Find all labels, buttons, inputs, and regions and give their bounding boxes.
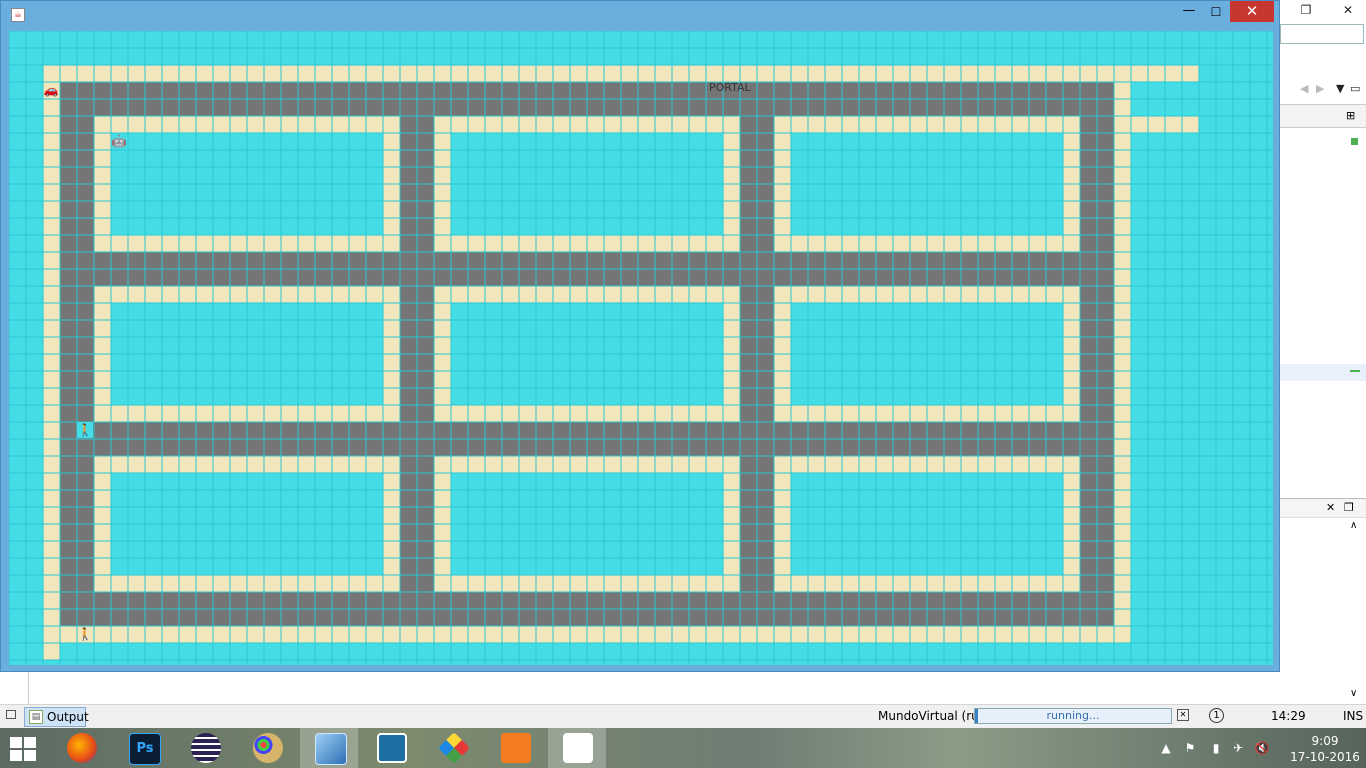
virtualbox-icon <box>315 733 347 765</box>
tile-grid <box>9 31 1273 665</box>
restore-window-icon[interactable] <box>6 710 16 719</box>
windows-logo-pane <box>24 750 36 761</box>
windows-taskbar: Ps ▲ ⚑ ▮ ✈ 🔇 9:09 17-10-2016 <box>0 728 1366 768</box>
network-flag-icon[interactable]: ⚑ <box>1182 740 1198 756</box>
person-sprite: 🚶 <box>77 422 93 438</box>
paint-icon <box>253 733 283 763</box>
dropdown-icon[interactable]: ▼ <box>1336 82 1344 95</box>
eclipse-icon <box>191 733 221 763</box>
notification-icon[interactable]: 1 <box>1209 708 1224 723</box>
xampp-icon <box>501 733 531 763</box>
sidewalk-portal <box>1114 116 1199 133</box>
ide-close-icon[interactable]: ✕ <box>1338 2 1358 18</box>
clock-time[interactable]: 9:09 <box>1295 734 1355 748</box>
app-titlebar[interactable]: ☕ — ☐ ✕ <box>1 1 1279 29</box>
clock-date[interactable]: 17-10-2016 <box>1290 750 1360 764</box>
close-button[interactable]: ✕ <box>1230 1 1274 22</box>
taskbar-virtualbox[interactable] <box>300 728 358 768</box>
expand-panel-icon[interactable]: ⊞ <box>1346 109 1355 122</box>
caret-position: 14:29 <box>1271 709 1306 723</box>
output-icon: ▤ <box>29 710 43 724</box>
game-board[interactable]: PORTAL 🚗 🤖 🚶 🚶 <box>9 31 1273 665</box>
change-marker <box>1350 370 1360 372</box>
output-scrollbar[interactable]: ∧ ∨ <box>1346 520 1364 704</box>
scroll-marker <box>1351 138 1358 145</box>
scroll-down-icon[interactable]: ∨ <box>1350 688 1357 699</box>
taskbar-xampp[interactable] <box>486 728 544 768</box>
ide-status-bar: ▤ Output MundoVirtual (run) running... ✕… <box>0 704 1366 728</box>
output-close-icon[interactable]: ✕ <box>1326 501 1335 514</box>
taskbar-paint[interactable] <box>238 728 296 768</box>
ide-titlebar: ❐ ✕ <box>1280 0 1366 22</box>
run-progress-bar: running... <box>974 708 1172 724</box>
progress-text: running... <box>1046 709 1100 722</box>
nav-forward-icon[interactable]: ▶ <box>1316 82 1324 95</box>
start-button[interactable] <box>6 734 40 762</box>
robot-sprite: 🤖 <box>111 134 127 148</box>
pedestrian-sprite: 🚶 <box>77 627 93 641</box>
stop-icon[interactable]: ✕ <box>1177 709 1189 721</box>
nav-back-icon[interactable]: ◀ <box>1300 82 1308 95</box>
taskbar-firefox[interactable] <box>52 728 110 768</box>
ide-restore-icon[interactable]: ❐ <box>1296 2 1316 18</box>
tray-expand-icon[interactable]: ▲ <box>1158 740 1174 756</box>
taskbar-eclipse[interactable] <box>176 728 234 768</box>
photoshop-icon: Ps <box>129 733 161 765</box>
git-icon <box>438 732 470 764</box>
taskbar-photoshop[interactable]: Ps <box>114 728 172 768</box>
output-restore-icon[interactable]: ❐ <box>1344 501 1354 514</box>
car-sprite: 🚗 <box>43 83 59 97</box>
sidewalk-left <box>43 65 60 660</box>
volume-muted-icon[interactable]: 🔇 <box>1254 740 1270 756</box>
output-tab-label: Output <box>47 710 89 724</box>
windows-logo-pane <box>24 737 36 748</box>
taskbar-git[interactable] <box>424 728 482 768</box>
output-panel-header: ✕ ❐ <box>1280 498 1366 518</box>
insert-mode: INS <box>1343 709 1364 723</box>
minimize-button[interactable]: — <box>1177 1 1201 23</box>
taskbar-java[interactable] <box>548 728 606 768</box>
java-app-window: ☕ — ☐ ✕ PORTAL 🚗 🤖 🚶 🚶 <box>0 0 1280 672</box>
portal-label: PORTAL <box>709 81 751 94</box>
output-tab[interactable]: ▤ Output <box>24 707 89 727</box>
java-icon <box>563 733 593 763</box>
battery-icon[interactable]: ▮ <box>1208 740 1224 756</box>
scroll-up-icon[interactable]: ∧ <box>1350 520 1357 531</box>
maximize-button[interactable]: ☐ <box>1203 1 1229 23</box>
ide-search-input[interactable] <box>1280 24 1364 44</box>
java-icon[interactable]: ☕ <box>11 8 25 22</box>
taskbar-brackets[interactable] <box>362 728 420 768</box>
firefox-icon <box>67 733 97 763</box>
windows-logo-icon <box>10 737 22 748</box>
maximize-panel-icon[interactable]: ▭ <box>1350 82 1360 95</box>
ide-panel-header: ⊞ <box>1280 104 1366 128</box>
airplane-mode-icon[interactable]: ✈ <box>1230 740 1246 756</box>
ide-nav-controls: ◀ ▶ ▼ ▭ <box>1280 80 1366 100</box>
windows-logo-pane <box>10 750 22 761</box>
brackets-icon <box>377 733 407 763</box>
ide-left-panel <box>0 670 29 704</box>
current-line-highlight <box>1280 364 1366 381</box>
